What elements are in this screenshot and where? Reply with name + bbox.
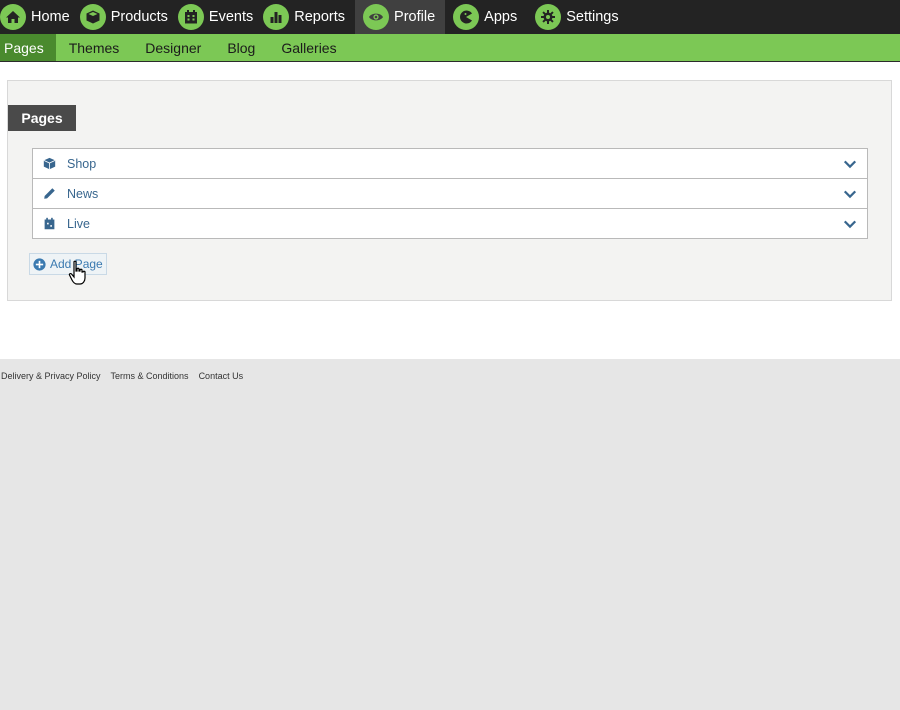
footer-link-privacy[interactable]: Delivery & Privacy Policy — [1, 371, 101, 381]
box-icon — [79, 4, 106, 30]
nav-products[interactable]: Products — [79, 0, 178, 34]
nav-events-label: Events — [208, 9, 254, 25]
pages-panel: Pages Shop News Live Add Page — [7, 80, 892, 301]
chevron-down-icon[interactable] — [843, 187, 857, 201]
add-page-label: Add Page — [50, 257, 103, 271]
subnav-pages[interactable]: Pages — [0, 34, 56, 61]
panel-heading: Pages — [8, 105, 76, 131]
nav-reports-label: Reports — [294, 9, 346, 25]
eye-icon — [363, 4, 390, 30]
top-navigation: Home Products Events Reports Profile App… — [0, 0, 900, 34]
sub-navigation: Pages Themes Designer Blog Galleries — [0, 34, 900, 62]
calendar-icon — [42, 217, 56, 231]
footer: Delivery & Privacy Policy Terms & Condit… — [0, 359, 900, 710]
box-icon — [42, 157, 56, 171]
pacman-icon — [453, 4, 480, 30]
page-row-live[interactable]: Live — [32, 208, 868, 239]
footer-link-contact[interactable]: Contact Us — [199, 371, 244, 381]
nav-apps[interactable]: Apps — [445, 0, 527, 34]
page-list: Shop News Live — [32, 148, 868, 239]
nav-profile[interactable]: Profile — [355, 0, 446, 34]
bar-chart-icon — [263, 4, 290, 30]
nav-settings-label: Settings — [566, 9, 619, 25]
page-row-label: Live — [67, 216, 90, 231]
footer-links: Delivery & Privacy Policy Terms & Condit… — [1, 371, 253, 381]
page-row-label: Shop — [67, 156, 97, 171]
plus-circle-icon — [33, 257, 46, 271]
home-icon — [0, 4, 26, 30]
gear-icon — [535, 4, 562, 30]
subnav-designer[interactable]: Designer — [132, 34, 214, 61]
nav-events[interactable]: Events — [177, 0, 263, 34]
chevron-down-icon[interactable] — [843, 157, 857, 171]
pencil-icon — [42, 187, 56, 201]
chevron-down-icon[interactable] — [843, 217, 857, 231]
subnav-galleries[interactable]: Galleries — [268, 34, 349, 61]
calendar-icon — [177, 4, 204, 30]
subnav-themes[interactable]: Themes — [56, 34, 133, 61]
nav-home[interactable]: Home — [0, 0, 80, 34]
main-content: Pages Shop News Live Add Page — [0, 62, 900, 359]
page-row-shop[interactable]: Shop — [32, 148, 868, 179]
page-row-label: News — [67, 186, 99, 201]
nav-profile-label: Profile — [394, 9, 436, 25]
nav-products-label: Products — [110, 9, 168, 25]
nav-reports[interactable]: Reports — [263, 0, 355, 34]
nav-home-label: Home — [31, 9, 70, 25]
add-page-button[interactable]: Add Page — [29, 253, 107, 275]
page-row-news[interactable]: News — [32, 178, 868, 209]
footer-link-terms[interactable]: Terms & Conditions — [111, 371, 189, 381]
subnav-blog[interactable]: Blog — [214, 34, 268, 61]
nav-apps-label: Apps — [484, 9, 518, 25]
nav-settings[interactable]: Settings — [527, 0, 628, 34]
